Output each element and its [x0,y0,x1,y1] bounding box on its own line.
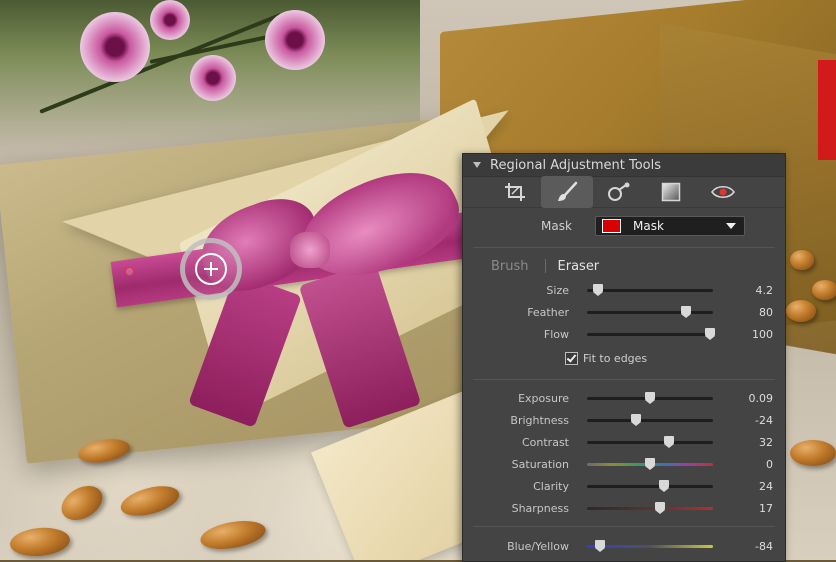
mode-divider [544,259,546,273]
fit-to-edges-option[interactable]: Fit to edges [463,345,785,371]
feather-slider[interactable] [587,305,713,318]
flow-slider[interactable] [587,327,715,340]
feather-label: Feather [527,305,569,319]
almond [8,525,72,559]
panel-header[interactable]: Regional Adjustment Tools [463,154,785,177]
crop-icon [505,183,525,201]
orchid-flower [265,10,325,70]
feather-slider-row: Feather 80 [463,301,785,323]
almond [117,480,183,522]
orchid-flower [80,12,150,82]
saturation-label: Saturation [511,457,569,471]
clarity-slider[interactable] [587,479,713,492]
panel-title: Regional Adjustment Tools [490,157,662,173]
contrast-label: Contrast [521,435,569,449]
size-slider[interactable] [587,283,713,296]
brush-tool-button[interactable] [541,176,593,208]
fit-to-edges-checkbox[interactable] [565,351,578,365]
divider [473,379,775,380]
mask-dropdown[interactable]: Mask [595,216,745,236]
brush-mode-button[interactable]: Brush [491,259,529,274]
show-mask-toggle[interactable] [697,177,749,207]
mask-color-swatch[interactable] [602,219,621,233]
sharpness-value[interactable]: 17 [713,502,773,515]
mask-label: Mask [541,219,572,233]
clarity-slider-row: Clarity 24 [463,475,785,497]
crop-tool-button[interactable] [489,177,541,207]
regional-adjustment-panel: Regional Adjustment Tools Mask Mask Brus… [462,153,786,562]
almond [786,300,816,322]
eye-icon [711,185,735,199]
clarity-value[interactable]: 24 [713,480,773,493]
flow-label: Flow [543,327,569,341]
collapse-triangle-icon[interactable] [473,162,481,168]
clarity-label: Clarity [533,479,569,493]
eraser-mode-button[interactable]: Eraser [558,259,600,274]
exposure-slider-row: Exposure 0.09 [463,387,785,409]
feather-value[interactable]: 80 [713,306,773,319]
exposure-value[interactable]: 0.09 [713,392,774,405]
blue-yellow-slider-row: Blue/Yellow -84 [463,535,785,557]
almond [55,479,109,527]
saturation-slider-row: Saturation 0 [463,453,785,475]
sharpness-slider-row: Sharpness 17 [463,497,785,519]
blue-yellow-value[interactable]: -84 [713,540,773,553]
brightness-value[interactable]: -24 [713,414,773,427]
divider [473,526,775,527]
saturation-value[interactable]: 0 [713,458,773,471]
radial-filter-tool-button[interactable] [593,177,645,207]
size-value[interactable]: 4.2 [713,284,774,297]
brightness-slider[interactable] [587,413,713,426]
brush-cursor [180,238,242,300]
saturation-slider[interactable] [587,457,713,470]
brush-settings: Size 4.2 Feather 80 Flow 100 [463,279,785,345]
almond [812,280,836,300]
sharpness-label: Sharpness [511,501,569,515]
exposure-slider[interactable] [587,391,713,404]
size-slider-row: Size 4.2 [463,279,785,301]
adjustment-settings: Exposure 0.09 Brightness -24 Contrast 32 Satur… [463,387,785,519]
exposure-label: Exposure [518,391,569,405]
flow-value[interactable]: 100 [713,328,773,341]
blue-yellow-slider[interactable] [587,539,713,552]
brush-pin-marker[interactable] [125,267,134,276]
chevron-down-icon [726,223,736,229]
size-label: Size [546,283,569,297]
orchid-flower [190,55,236,101]
sharpness-slider[interactable] [587,501,713,514]
blue-yellow-label: Blue/Yellow [507,539,569,553]
almond [790,250,814,270]
brightness-slider-row: Brightness -24 [463,409,785,431]
ribbon-knot [290,232,330,268]
brightness-label: Brightness [510,413,569,427]
almond [790,440,836,466]
graduated-filter-icon [661,182,681,202]
contrast-slider[interactable] [587,435,713,448]
tool-bar [463,176,785,208]
add-icon [195,253,227,285]
brush-icon [558,181,578,201]
almond [198,516,268,554]
brush-mode-toggle: Brush Eraser [463,254,785,278]
contrast-slider-row: Contrast 32 [463,431,785,453]
mask-dropdown-value: Mask [633,219,664,233]
graduated-filter-tool-button[interactable] [645,177,697,207]
orchid-flower [150,0,190,40]
radial-filter-icon [608,182,630,201]
contrast-value[interactable]: 32 [713,436,773,449]
fit-to-edges-label: Fit to edges [583,351,648,365]
red-object-edge [818,60,836,160]
divider [473,247,775,248]
color-settings: Blue/Yellow -84 [463,535,785,557]
flow-slider-row: Flow 100 [463,323,785,345]
mask-row: Mask Mask [463,211,785,241]
